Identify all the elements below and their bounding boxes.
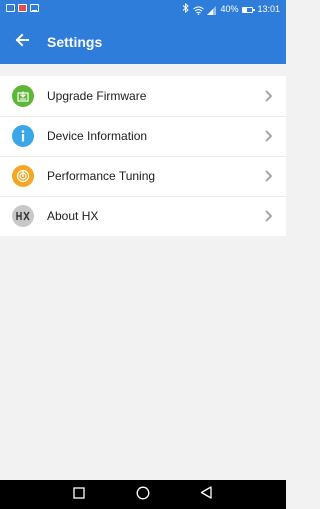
home-circle-icon xyxy=(136,486,150,505)
hx-logo-icon xyxy=(12,205,34,227)
clock: 13:01 xyxy=(257,4,280,14)
chevron-right-icon xyxy=(260,128,276,144)
info-icon xyxy=(12,125,34,147)
battery-percent: 40% xyxy=(220,4,239,14)
recents-square-icon xyxy=(73,486,85,504)
notification-icons xyxy=(6,4,39,12)
bluetooth-icon xyxy=(182,2,190,17)
system-status: 40% 13:01 xyxy=(182,2,280,17)
notification-square-icon xyxy=(6,4,15,12)
list-item-performance-tuning[interactable]: Performance Tuning xyxy=(0,156,286,196)
notification-image-icon xyxy=(30,4,39,12)
battery-icon xyxy=(242,6,256,13)
list-item-label: Upgrade Firmware xyxy=(47,89,147,103)
list-item-label: Device Information xyxy=(47,129,148,143)
page-title: Settings xyxy=(47,34,103,50)
list-item-device-information[interactable]: Device Information xyxy=(0,116,286,156)
upgrade-firmware-icon xyxy=(12,85,34,107)
signal-icon xyxy=(207,5,217,15)
list-item-label: About HX xyxy=(47,209,99,223)
section-spacer xyxy=(0,64,286,76)
system-nav-bar xyxy=(0,480,286,509)
list-item-about-hx[interactable]: About HX xyxy=(0,196,286,236)
app-bar: Settings xyxy=(0,20,286,64)
performance-tuning-icon xyxy=(12,165,34,187)
recents-button[interactable] xyxy=(70,486,88,504)
back-triangle-icon xyxy=(200,486,212,504)
chevron-right-icon xyxy=(260,208,276,224)
chevron-right-icon xyxy=(260,88,276,104)
home-button[interactable] xyxy=(134,486,152,504)
back-button[interactable] xyxy=(8,28,36,56)
list-item-label: Performance Tuning xyxy=(47,169,156,183)
arrow-left-icon xyxy=(15,33,29,52)
chevron-right-icon xyxy=(260,168,276,184)
notification-red-icon xyxy=(18,4,27,12)
status-bar: 40% 13:01 xyxy=(0,0,286,20)
settings-list: Upgrade Firmware Device Information Perf… xyxy=(0,76,286,236)
wifi-icon xyxy=(193,6,205,15)
system-back-button[interactable] xyxy=(197,486,215,504)
list-item-upgrade-firmware[interactable]: Upgrade Firmware xyxy=(0,76,286,116)
